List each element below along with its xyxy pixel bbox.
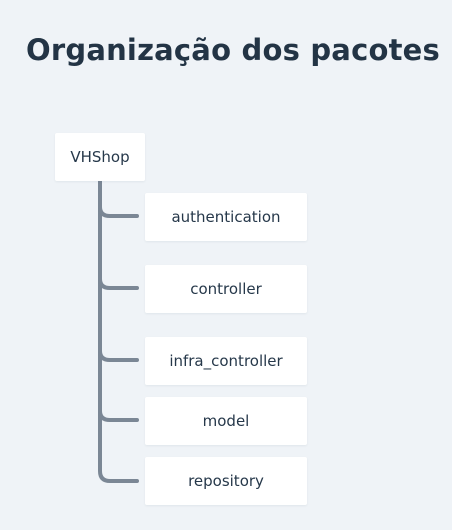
package-node-infra-controller: infra_controller [145,337,307,385]
branch-model [98,409,139,422]
root-package-node: VHShop [55,133,145,181]
branch-controller [98,277,139,290]
package-node-model: model [145,397,307,445]
package-label: authentication [171,208,281,226]
package-node-authentication: authentication [145,193,307,241]
package-label: infra_controller [169,352,283,370]
package-node-repository: repository [145,457,307,505]
package-label: controller [190,280,262,298]
trunk-line [98,179,139,483]
root-package-label: VHShop [70,148,130,166]
package-label: model [202,412,250,430]
branch-infra-controller [98,349,139,362]
branch-authentication [98,205,139,218]
page-title: Organização dos pacotes [26,33,440,67]
package-label: repository [188,472,264,490]
package-node-controller: controller [145,265,307,313]
